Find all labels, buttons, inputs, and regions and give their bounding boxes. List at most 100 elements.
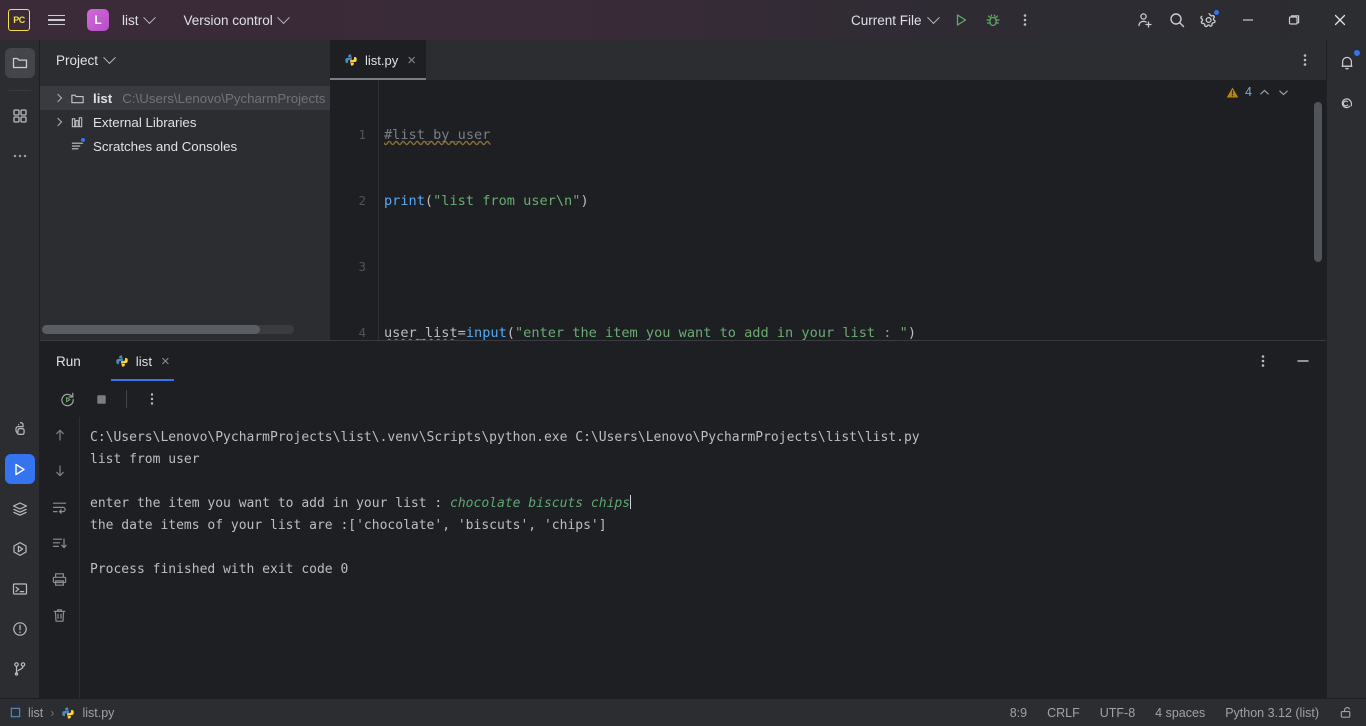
sidebar-item-more-tool-windows[interactable] bbox=[5, 141, 35, 171]
code-text: #list_by_user bbox=[378, 124, 490, 146]
run-tab-list[interactable]: list × bbox=[110, 341, 174, 381]
stop-icon[interactable] bbox=[86, 384, 116, 414]
close-tab-icon[interactable]: × bbox=[407, 53, 416, 68]
sidebar-item-plugins[interactable] bbox=[5, 101, 35, 131]
more-run-options-button[interactable] bbox=[1010, 5, 1040, 35]
version-control-label: Version control bbox=[183, 12, 273, 28]
search-icon[interactable] bbox=[1162, 5, 1192, 35]
console-output[interactable]: C:\Users\Lenovo\PycharmProjects\list\.ve… bbox=[80, 417, 1326, 698]
caret-position[interactable]: 8:9 bbox=[1010, 706, 1027, 720]
run-configuration-selector[interactable]: Current File bbox=[845, 9, 944, 32]
sidebar-item-services[interactable] bbox=[5, 494, 35, 524]
run-options-icon[interactable] bbox=[1248, 346, 1278, 376]
scroll-to-end-icon[interactable] bbox=[48, 531, 72, 555]
project-selector[interactable]: L list bbox=[80, 5, 161, 35]
pycharm-window: PC L list Version control Current File P… bbox=[0, 0, 1366, 726]
version-control-widget[interactable]: Version control bbox=[177, 9, 295, 32]
expand-chevron-icon[interactable] bbox=[50, 93, 66, 103]
sidebar-item-version-control[interactable] bbox=[5, 654, 35, 684]
hamburger-line bbox=[47, 19, 65, 21]
code-text: print("list from user\n") bbox=[378, 190, 589, 212]
run-tool-window: Run list × C:\Users\Lenovo\PycharmProjec… bbox=[40, 340, 1326, 698]
run-button[interactable] bbox=[946, 5, 976, 35]
pycharm-logo-text: PC bbox=[13, 14, 25, 25]
close-window-button[interactable] bbox=[1318, 1, 1362, 39]
breadcrumb-separator: › bbox=[50, 705, 55, 720]
sidebar-item-project[interactable] bbox=[4, 48, 35, 78]
python-run-icon bbox=[115, 354, 129, 368]
project-initial: L bbox=[94, 13, 102, 27]
code-variable: user_list bbox=[384, 325, 458, 340]
tree-item-label: list bbox=[93, 90, 113, 106]
code-text: user_list=input("enter the item you want… bbox=[378, 322, 916, 340]
title-bar-left: PC L list Version control bbox=[8, 5, 295, 35]
file-encoding[interactable]: UTF-8 bbox=[1100, 706, 1135, 720]
main-menu-button[interactable] bbox=[42, 6, 70, 34]
sidebar-item-run-configurations[interactable] bbox=[5, 534, 35, 564]
project-panel-horizontal-scrollbar[interactable] bbox=[42, 325, 294, 334]
module-icon bbox=[10, 707, 21, 718]
debug-button[interactable] bbox=[978, 5, 1008, 35]
hide-panel-icon[interactable] bbox=[1288, 346, 1318, 376]
minimize-window-button[interactable] bbox=[1226, 1, 1270, 39]
notifications-bell-icon[interactable] bbox=[1332, 48, 1362, 78]
project-tool-window: Project list C:\Users\Lenovo\PycharmProj… bbox=[40, 40, 330, 340]
add-account-icon[interactable] bbox=[1130, 5, 1160, 35]
code-line-2: 2 print("list from user\n") bbox=[330, 190, 1326, 212]
print-icon[interactable] bbox=[48, 567, 72, 591]
code-paren: ) bbox=[580, 193, 589, 209]
python-interpreter[interactable]: Python 3.12 (list) bbox=[1225, 706, 1319, 720]
close-run-tab-icon[interactable]: × bbox=[161, 354, 170, 369]
editor-options-icon[interactable] bbox=[1290, 45, 1320, 75]
editor-vertical-scrollbar[interactable] bbox=[1314, 102, 1322, 262]
left-activity-bar bbox=[0, 40, 40, 698]
tree-item-external-libraries[interactable]: External Libraries bbox=[40, 110, 330, 134]
project-name-label: list bbox=[122, 12, 139, 28]
code-comment: #list_by_user bbox=[384, 127, 491, 143]
gutter-divider bbox=[378, 80, 379, 340]
sidebar-item-terminal[interactable] bbox=[5, 574, 35, 604]
rerun-icon[interactable] bbox=[52, 384, 82, 414]
status-bar-right: 8:9 CRLF UTF-8 4 spaces Python 3.12 (lis… bbox=[1010, 705, 1366, 720]
run-more-options-icon[interactable] bbox=[137, 384, 167, 414]
console-command: C:\Users\Lenovo\PycharmProjects\list\.ve… bbox=[90, 430, 920, 445]
line-separator[interactable]: CRLF bbox=[1047, 706, 1080, 720]
next-problem-icon[interactable] bbox=[1277, 86, 1290, 99]
soft-wrap-icon[interactable] bbox=[48, 495, 72, 519]
inspection-count: 4 bbox=[1245, 85, 1252, 99]
editor-text-area[interactable]: 1 #list_by_user 2 print("list from user\… bbox=[330, 80, 1326, 340]
sidebar-item-python-console[interactable] bbox=[5, 414, 35, 444]
chevron-down-icon bbox=[926, 10, 940, 24]
tree-item-scratches-and-consoles[interactable]: Scratches and Consoles bbox=[40, 134, 330, 158]
run-configuration-label: Current File bbox=[851, 12, 922, 28]
toolbar-divider bbox=[126, 390, 127, 408]
clear-all-icon[interactable] bbox=[48, 603, 72, 627]
expand-chevron-icon[interactable] bbox=[50, 117, 66, 127]
inspection-widget[interactable]: 4 bbox=[1226, 85, 1290, 99]
sidebar-item-problems[interactable] bbox=[5, 614, 35, 644]
console-exit-message: Process finished with exit code 0 bbox=[90, 562, 349, 577]
sidebar-item-run[interactable] bbox=[4, 454, 35, 484]
code-function: input bbox=[465, 325, 507, 340]
hamburger-line bbox=[47, 14, 65, 17]
chevron-down-icon bbox=[276, 10, 290, 24]
previous-problem-icon[interactable] bbox=[1258, 86, 1271, 99]
ai-assistant-icon[interactable] bbox=[1332, 88, 1362, 118]
up-arrow-icon[interactable] bbox=[48, 423, 72, 447]
tree-item-list[interactable]: list C:\Users\Lenovo\PycharmProjects bbox=[40, 86, 330, 110]
maximize-window-button[interactable] bbox=[1272, 1, 1316, 39]
scrollbar-thumb[interactable] bbox=[42, 325, 260, 334]
indent-setting[interactable]: 4 spaces bbox=[1155, 706, 1205, 720]
right-activity-bar bbox=[1326, 40, 1366, 698]
settings-gear-icon[interactable] bbox=[1194, 5, 1224, 35]
project-panel-header[interactable]: Project bbox=[40, 40, 330, 80]
read-only-lock-icon[interactable] bbox=[1339, 705, 1354, 720]
tree-item-path: C:\Users\Lenovo\PycharmProjects bbox=[122, 90, 326, 106]
scratches-icon bbox=[70, 136, 86, 154]
breadcrumb-file[interactable]: list.py bbox=[82, 706, 114, 720]
folder-icon bbox=[70, 91, 85, 106]
editor-tab-list-py[interactable]: list.py × bbox=[330, 40, 426, 80]
down-arrow-icon[interactable] bbox=[48, 459, 72, 483]
breadcrumb-project[interactable]: list bbox=[28, 706, 43, 720]
chevron-down-icon bbox=[142, 10, 156, 24]
